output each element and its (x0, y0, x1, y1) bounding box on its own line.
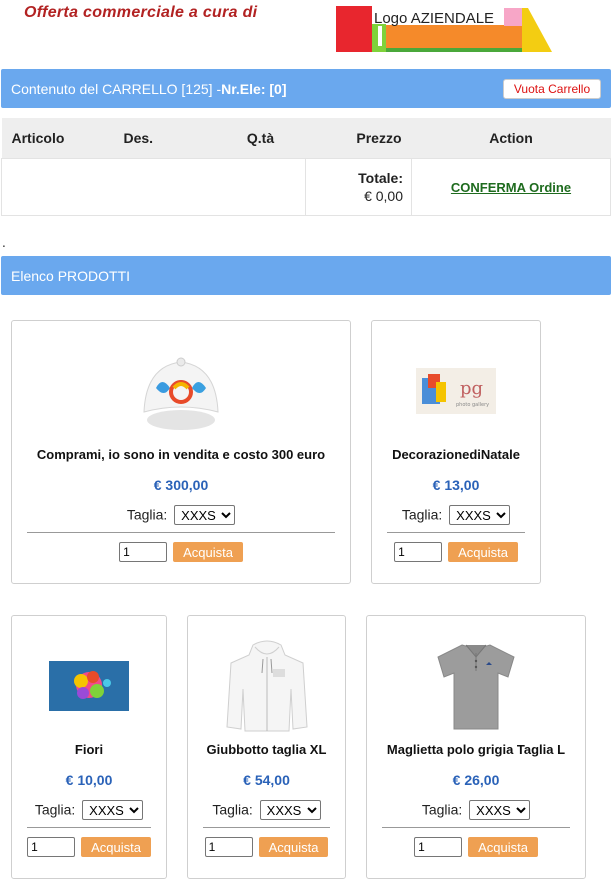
size-label: Taglia: (212, 801, 253, 818)
size-row: Taglia: XXXS (12, 800, 166, 820)
quantity-input[interactable] (119, 542, 168, 562)
svg-text:pg: pg (460, 378, 483, 399)
product-price: € 54,00 (243, 772, 290, 788)
photo-gallery-icon: pg photo gallery (372, 345, 540, 437)
quantity-input[interactable] (204, 837, 253, 857)
size-row: Taglia: XXXS (367, 800, 585, 820)
cart-table: Articolo Des. Q.tà Prezzo Action Totale:… (1, 118, 611, 216)
size-select[interactable]: XXXS (82, 800, 144, 820)
products-title: Elenco PRODOTTI (11, 267, 131, 284)
hoodie-icon (188, 640, 345, 732)
divider (27, 827, 151, 828)
size-row: Taglia: XXXS (12, 505, 350, 525)
product-name: Giubbotto taglia XL (206, 742, 327, 757)
buy-row: Acquista (188, 837, 345, 857)
total-cell: Totale: € 0,00 (305, 158, 412, 216)
product-price: € 13,00 (432, 477, 480, 493)
cart-header-row: Articolo Des. Q.tà Prezzo Action (1, 118, 611, 159)
col-action: Action (411, 118, 611, 159)
divider (387, 532, 525, 533)
divider (382, 827, 570, 828)
product-price: € 10,00 (65, 772, 113, 788)
quantity-input[interactable] (27, 837, 76, 857)
size-select[interactable]: XXXS (174, 505, 236, 525)
product-card: pg photo gallery DecorazionediNatale € 1… (371, 320, 541, 584)
product-price: € 300,00 (153, 477, 209, 493)
col-description: Des. (113, 118, 216, 159)
product-name: Maglietta polo grigia Taglia L (386, 742, 566, 757)
empty-cart-button[interactable]: Vuota Carrello (503, 79, 601, 99)
size-label: Taglia: (126, 506, 168, 523)
divider (27, 532, 335, 533)
buy-button[interactable]: Acquista (173, 542, 243, 562)
product-card: Giubbotto taglia XL € 54,00 Taglia: XXXS… (187, 615, 346, 879)
flowers-icon (12, 640, 166, 732)
product-price: € 26,00 (452, 772, 500, 788)
buy-button[interactable]: Acquista (468, 837, 538, 857)
size-label: Taglia: (401, 506, 443, 523)
cart-count: Nr.Ele: [0] (221, 80, 287, 97)
size-select[interactable]: XXXS (259, 800, 321, 820)
buy-button[interactable]: Acquista (258, 837, 329, 857)
col-article: Articolo (1, 118, 114, 159)
total-label: Totale: (358, 170, 403, 186)
product-name: DecorazionediNatale (392, 447, 520, 462)
size-row: Taglia: XXXS (188, 800, 345, 820)
quantity-input[interactable] (394, 542, 443, 562)
confirm-order-link[interactable]: CONFERMA Ordine (451, 180, 571, 195)
divider (203, 827, 330, 828)
buy-row: Acquista (372, 542, 540, 562)
cart-title: Contenuto del CARRELLO [125] - (11, 80, 222, 97)
col-quantity: Q.tà (215, 118, 306, 159)
quantity-input[interactable] (414, 837, 463, 857)
buy-button[interactable]: Acquista (448, 542, 518, 562)
buy-row: Acquista (367, 837, 585, 857)
product-card: Comprami, io sono in vendita e costo 300… (11, 320, 351, 584)
product-card: Maglietta polo grigia Taglia L € 26,00 T… (366, 615, 586, 879)
company-logo: Logo AZIENDALE (336, 4, 554, 54)
cart-total-row: Totale: € 0,00 CONFERMA Ordine (1, 158, 611, 216)
svg-text:photo gallery: photo gallery (456, 402, 489, 408)
product-card: Fiori € 10,00 Taglia: XXXS Acquista (11, 615, 167, 879)
total-value: € 0,00 (364, 188, 403, 204)
offer-heading: Offerta commerciale a cura di (24, 4, 258, 21)
size-row: Taglia: XXXS (372, 505, 540, 525)
buy-button[interactable]: Acquista (81, 837, 151, 857)
logo-label: Logo AZIENDALE (374, 10, 495, 27)
buy-row: Acquista (12, 837, 166, 857)
size-label: Taglia: (34, 801, 76, 818)
col-price: Prezzo (305, 118, 412, 159)
buy-row: Acquista (12, 542, 350, 562)
separator-dot: . (2, 236, 6, 250)
size-label: Taglia: (421, 801, 463, 818)
product-name: Comprami, io sono in vendita e costo 300… (36, 447, 326, 462)
cap-icon (12, 345, 350, 437)
products-bar: Elenco PRODOTTI (1, 256, 611, 295)
cart-header-bar: Contenuto del CARRELLO [125] - Nr.Ele: [… (1, 69, 611, 108)
product-name: Fiori (74, 742, 104, 757)
size-select[interactable]: XXXS (469, 800, 531, 820)
size-select[interactable]: XXXS (449, 505, 511, 525)
polo-shirt-icon (367, 640, 585, 732)
